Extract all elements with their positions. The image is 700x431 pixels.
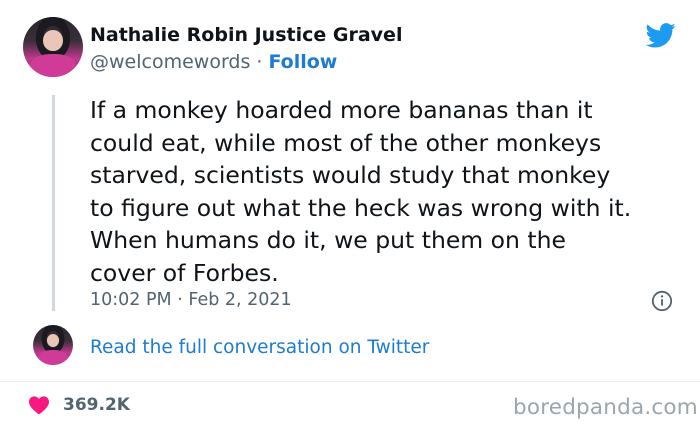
avatar-face [43, 30, 63, 51]
follow-link[interactable]: Follow [268, 51, 337, 73]
twitter-bird-icon[interactable] [644, 20, 678, 50]
heart-icon[interactable] [28, 395, 50, 415]
author-handle-row: @welcomewords · Follow [90, 51, 337, 73]
tweet-text: If a monkey hoarded more bananas than it… [90, 96, 632, 287]
boredpanda-watermark: boredpanda.com [513, 395, 698, 420]
avatar-top [37, 349, 69, 365]
author-name[interactable]: Nathalie Robin Justice Gravel [90, 24, 402, 46]
thread-line [52, 95, 55, 311]
divider [0, 381, 700, 382]
read-full-conversation-link[interactable]: Read the full conversation on Twitter [90, 337, 429, 358]
author-avatar[interactable] [23, 17, 83, 77]
handle-separator: · [256, 51, 263, 73]
avatar-top [30, 54, 76, 77]
info-icon[interactable] [651, 290, 673, 312]
like-count: 369.2K [63, 395, 130, 415]
reply-avatar[interactable] [33, 325, 73, 365]
tweet-timestamp[interactable]: 10:02 PM · Feb 2, 2021 [90, 290, 292, 310]
author-handle[interactable]: @welcomewords [90, 51, 250, 73]
